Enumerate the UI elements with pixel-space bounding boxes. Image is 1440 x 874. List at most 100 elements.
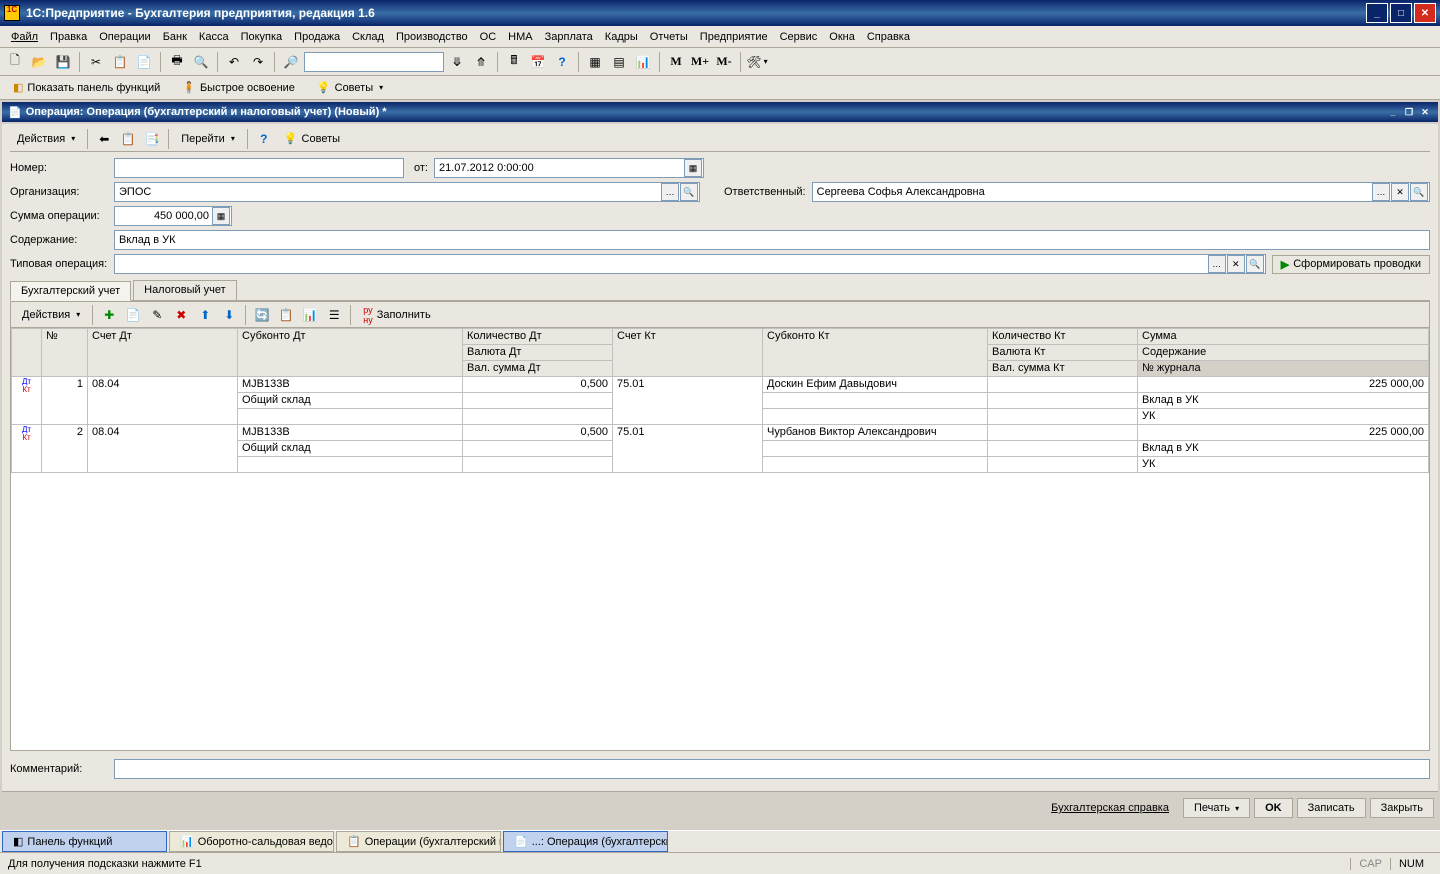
- menu-staff[interactable]: Кадры: [600, 29, 643, 45]
- form-copy-icon[interactable]: 📑: [141, 128, 163, 150]
- input-typical[interactable]: 🔍✕…: [114, 254, 1266, 274]
- org-select-icon[interactable]: …: [661, 183, 679, 201]
- task-operations[interactable]: 📋 Операции (бухгалтерский и...: [336, 831, 501, 852]
- col-acc-dt[interactable]: Счет Дт: [88, 329, 238, 377]
- m-minus-icon[interactable]: M-: [713, 51, 735, 73]
- col-journal[interactable]: № журнала: [1138, 361, 1429, 377]
- tab-tax[interactable]: Налоговый учет: [133, 280, 237, 300]
- open-icon[interactable]: 📂: [28, 51, 50, 73]
- menu-windows[interactable]: Окна: [824, 29, 860, 45]
- menu-nma[interactable]: НМА: [503, 29, 537, 45]
- doc-close-button[interactable]: ✕: [1418, 105, 1432, 119]
- grid-down-icon[interactable]: ⬇: [218, 304, 240, 326]
- doc-restore-button[interactable]: ❐: [1402, 105, 1416, 119]
- input-comment[interactable]: [114, 759, 1430, 779]
- menu-bank[interactable]: Банк: [158, 29, 192, 45]
- grid-edit-icon[interactable]: ✎: [146, 304, 168, 326]
- grid-filter-icon[interactable]: ☰: [323, 304, 345, 326]
- quick-learn-button[interactable]: 🧍Быстрое освоение: [175, 77, 302, 99]
- cut-icon[interactable]: ✂: [85, 51, 107, 73]
- find-prev-icon[interactable]: ⤊: [470, 51, 492, 73]
- m-plus-icon[interactable]: M+: [689, 51, 711, 73]
- input-date[interactable]: 21.07.2012 0:00:00▦: [434, 158, 704, 178]
- tab-accounting[interactable]: Бухгалтерский учет: [10, 281, 131, 301]
- typical-select-icon[interactable]: …: [1208, 255, 1226, 273]
- paste-icon[interactable]: 📄: [133, 51, 155, 73]
- input-org[interactable]: ЭПОС🔍…: [114, 182, 700, 202]
- col-cont[interactable]: Содержание: [1138, 345, 1429, 361]
- grid-up-icon[interactable]: ⬆: [194, 304, 216, 326]
- menu-warehouse[interactable]: Склад: [347, 29, 389, 45]
- grid-fill-button[interactable]: рунуЗаполнить: [356, 304, 438, 326]
- col-n[interactable]: №: [42, 329, 88, 377]
- calendar-icon[interactable]: 📅: [527, 51, 549, 73]
- grid-copy-icon[interactable]: 📄: [122, 304, 144, 326]
- undo-icon[interactable]: ↶: [223, 51, 245, 73]
- table-icon[interactable]: ▦: [584, 51, 606, 73]
- m-icon[interactable]: M: [665, 51, 687, 73]
- sum-calc-icon[interactable]: ▦: [212, 207, 230, 225]
- col-qty-kt[interactable]: Количество Кт: [988, 329, 1138, 345]
- grid-settings-icon[interactable]: 📋: [275, 304, 297, 326]
- col-cur-dt[interactable]: Валюта Дт: [463, 345, 613, 361]
- form-post-icon[interactable]: 📋: [117, 128, 139, 150]
- redo-icon[interactable]: ↷: [247, 51, 269, 73]
- col-sum[interactable]: Сумма: [1138, 329, 1429, 345]
- menu-sale[interactable]: Продажа: [289, 29, 345, 45]
- maximize-button[interactable]: □: [1390, 3, 1412, 23]
- typical-clear-icon[interactable]: ✕: [1227, 255, 1245, 273]
- minimize-button[interactable]: _: [1366, 3, 1388, 23]
- form-actions-button[interactable]: Действия▾: [10, 128, 82, 150]
- save-button[interactable]: Записать: [1297, 798, 1366, 818]
- resp-select-icon[interactable]: …: [1372, 183, 1390, 201]
- resp-clear-icon[interactable]: ✕: [1391, 183, 1409, 201]
- form-save-icon[interactable]: ⬅: [93, 128, 115, 150]
- tips-button[interactable]: 💡Советы▾: [310, 77, 390, 99]
- col-cur-kt[interactable]: Валюта Кт: [988, 345, 1138, 361]
- help-icon[interactable]: ?: [551, 51, 573, 73]
- form-help-icon[interactable]: ?: [253, 128, 275, 150]
- menu-help[interactable]: Справка: [862, 29, 915, 45]
- table-row[interactable]: ДтКт 1 08.04 MJB133B 0,500 75.01 Доскин …: [12, 377, 1429, 393]
- new-doc-icon[interactable]: 🗋: [4, 51, 26, 73]
- chart-icon[interactable]: 📊: [632, 51, 654, 73]
- menu-enterprise[interactable]: Предприятие: [695, 29, 773, 45]
- ok-button[interactable]: OK: [1254, 798, 1293, 818]
- find-icon[interactable]: 🔎: [280, 51, 302, 73]
- print-icon[interactable]: 🖶: [166, 51, 188, 73]
- date-picker-icon[interactable]: ▦: [684, 159, 702, 177]
- tools-icon[interactable]: 🛠▾: [746, 51, 768, 73]
- org-lookup-icon[interactable]: 🔍: [680, 183, 698, 201]
- input-content[interactable]: Вклад в УК: [114, 230, 1430, 250]
- menu-edit[interactable]: Правка: [45, 29, 92, 45]
- col-vsum-dt[interactable]: Вал. сумма Дт: [463, 361, 613, 377]
- task-balance[interactable]: 📊 Оборотно-сальдовая ведом...: [169, 831, 334, 852]
- input-sum[interactable]: 450 000,00▦: [114, 206, 232, 226]
- close-doc-button[interactable]: Закрыть: [1370, 798, 1434, 818]
- grid-icon[interactable]: ▤: [608, 51, 630, 73]
- close-button[interactable]: ✕: [1414, 3, 1436, 23]
- menu-operations[interactable]: Операции: [94, 29, 155, 45]
- typical-lookup-icon[interactable]: 🔍: [1246, 255, 1264, 273]
- table-row[interactable]: ДтКт 2 08.04 MJB133B 0,500 75.01 Чурбано…: [12, 425, 1429, 441]
- save-icon[interactable]: 💾: [52, 51, 74, 73]
- form-goto-button[interactable]: Перейти▾: [174, 128, 242, 150]
- accounting-grid[interactable]: № Счет Дт Субконто Дт Количество Дт Счет…: [11, 328, 1429, 750]
- preview-icon[interactable]: 🔍: [190, 51, 212, 73]
- grid-actions-button[interactable]: Действия▾: [15, 304, 87, 326]
- find-next-icon[interactable]: ⤋: [446, 51, 468, 73]
- grid-list-icon[interactable]: 📊: [299, 304, 321, 326]
- col-sub-dt[interactable]: Субконто Дт: [238, 329, 463, 377]
- col-vsum-kt[interactable]: Вал. сумма Кт: [988, 361, 1138, 377]
- menu-cash[interactable]: Касса: [194, 29, 234, 45]
- doc-minimize-button[interactable]: _: [1386, 105, 1400, 119]
- menu-purchase[interactable]: Покупка: [236, 29, 288, 45]
- copy-icon[interactable]: 📋: [109, 51, 131, 73]
- menu-file[interactable]: Файл: [6, 29, 43, 45]
- menu-service[interactable]: Сервис: [775, 29, 823, 45]
- search-combo[interactable]: [304, 52, 444, 72]
- input-resp[interactable]: Сергеева Софья Александровна🔍✕…: [812, 182, 1430, 202]
- grid-delete-icon[interactable]: ✖: [170, 304, 192, 326]
- col-acc-kt[interactable]: Счет Кт: [613, 329, 763, 377]
- menu-production[interactable]: Производство: [391, 29, 473, 45]
